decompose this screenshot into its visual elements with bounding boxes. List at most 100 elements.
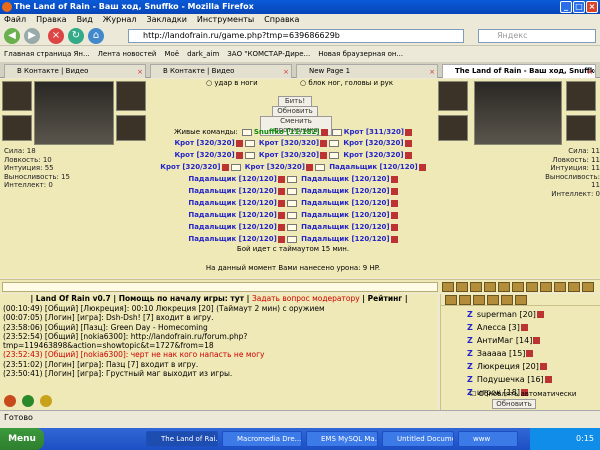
tab-new-page[interactable]: New Page 1 × <box>296 64 438 78</box>
filter-icon[interactable] <box>487 295 499 305</box>
equipment-slot[interactable] <box>2 115 32 141</box>
info-icon[interactable] <box>235 139 243 147</box>
bookmark-item[interactable]: Лента новостей <box>98 47 157 61</box>
info-icon[interactable] <box>390 211 398 219</box>
info-icon[interactable] <box>390 223 398 231</box>
bookmark-item[interactable]: ЗАО "КОМСТАР-Дире... <box>227 47 310 61</box>
smile-icon[interactable] <box>442 282 454 292</box>
tool-icon[interactable] <box>568 282 580 292</box>
message-icon[interactable] <box>241 128 252 136</box>
info-icon[interactable] <box>404 151 412 159</box>
auto-refresh-option[interactable]: ☐ Обновлять автоматически <box>470 390 576 398</box>
tool-icon[interactable] <box>470 282 482 292</box>
message-icon[interactable] <box>329 151 340 159</box>
forward-icon[interactable]: ▶ <box>24 28 40 44</box>
task-item[interactable]: The Land of Rai... <box>146 431 218 447</box>
home-icon[interactable]: ⌂ <box>88 28 104 44</box>
info-icon[interactable] <box>277 211 285 219</box>
message-icon[interactable] <box>329 139 340 147</box>
info-icon[interactable] <box>277 235 285 243</box>
menu-help[interactable]: Справка <box>264 14 299 26</box>
task-item[interactable]: EMS MySQL Ma... <box>306 431 378 447</box>
close-tab-icon[interactable]: × <box>137 66 143 78</box>
back-icon[interactable]: ◀ <box>4 28 20 44</box>
info-icon[interactable] <box>320 151 328 159</box>
message-icon[interactable] <box>286 211 297 219</box>
message-icon[interactable] <box>286 175 297 183</box>
info-icon[interactable] <box>539 363 547 370</box>
message-icon[interactable] <box>244 151 255 159</box>
maximize-button[interactable]: □ <box>573 1 585 13</box>
info-icon[interactable] <box>320 139 328 147</box>
chat-input[interactable] <box>2 282 438 292</box>
info-icon[interactable] <box>404 139 412 147</box>
menu-bookmarks[interactable]: Закладки <box>146 14 186 26</box>
tool-icon[interactable] <box>456 282 468 292</box>
action-icon[interactable] <box>4 395 16 407</box>
tool-icon[interactable] <box>582 282 594 292</box>
block-option[interactable]: ○ блок ног, головы и рук <box>300 79 393 87</box>
action-icon[interactable] <box>22 395 34 407</box>
tool-icon[interactable] <box>512 282 524 292</box>
tool-icon[interactable] <box>498 282 510 292</box>
bookmark-item[interactable]: dark_aim <box>187 47 219 61</box>
tool-icon[interactable] <box>540 282 552 292</box>
info-icon[interactable] <box>305 163 313 171</box>
refresh-users-button[interactable]: Обновить <box>492 399 536 409</box>
menu-edit[interactable]: Правка <box>36 14 66 26</box>
equipment-slot[interactable] <box>116 81 146 111</box>
reload-icon[interactable]: ↻ <box>68 28 84 44</box>
close-tab-icon[interactable]: × <box>283 66 289 78</box>
menu-history[interactable]: Журнал <box>103 14 137 26</box>
menu-tools[interactable]: Инструменты <box>197 14 254 26</box>
message-icon[interactable] <box>286 199 297 207</box>
stop-icon[interactable]: × <box>48 28 64 44</box>
message-icon[interactable] <box>230 163 241 171</box>
task-item[interactable]: Untitled Docume... <box>382 431 454 447</box>
user-item[interactable]: Z АнтиМаг [14] <box>467 336 541 346</box>
message-icon[interactable] <box>286 223 297 231</box>
tab-vkontakte-1[interactable]: В Контакте | Видео × <box>4 64 146 78</box>
equipment-slot[interactable] <box>2 81 32 111</box>
task-item[interactable]: Macromedia Dre... <box>222 431 302 447</box>
message-icon[interactable] <box>286 187 297 195</box>
ask-moderator-link[interactable]: Задать вопрос модератору <box>252 294 360 303</box>
user-item[interactable]: Z Люкреция [20] <box>467 362 547 372</box>
tool-icon[interactable] <box>554 282 566 292</box>
equipment-slot[interactable] <box>116 115 146 141</box>
tab-land-of-rain[interactable]: The Land of Rain - Ваш ход, Snuffko × <box>442 64 596 78</box>
info-icon[interactable] <box>277 187 285 195</box>
filter-icon[interactable] <box>473 295 485 305</box>
bookmark-item[interactable]: Новая браузерная он... <box>318 47 403 61</box>
info-icon[interactable] <box>526 350 534 357</box>
info-icon[interactable] <box>390 199 398 207</box>
bookmark-item[interactable]: Моё <box>164 47 179 61</box>
info-icon[interactable] <box>277 175 285 183</box>
info-icon[interactable] <box>418 163 426 171</box>
attack-option[interactable]: ○ удар в ноги <box>206 79 258 87</box>
info-icon[interactable] <box>390 175 398 183</box>
info-icon[interactable] <box>235 151 243 159</box>
task-item[interactable]: www <box>458 431 518 447</box>
info-icon[interactable] <box>405 128 413 136</box>
close-button[interactable]: × <box>586 1 598 13</box>
user-item[interactable]: Z Алесса [3] <box>467 323 528 333</box>
message-icon[interactable] <box>331 128 342 136</box>
start-button[interactable]: Menu <box>0 428 44 450</box>
filter-icon[interactable] <box>501 295 513 305</box>
menu-file[interactable]: Файл <box>4 14 26 26</box>
tool-icon[interactable] <box>526 282 538 292</box>
info-icon[interactable] <box>544 376 552 383</box>
filter-icon[interactable] <box>445 295 457 305</box>
filter-icon[interactable] <box>459 295 471 305</box>
search-input[interactable]: Яндекс <box>478 29 596 43</box>
close-tab-icon[interactable]: × <box>587 66 593 78</box>
action-icon[interactable] <box>40 395 52 407</box>
rating-link[interactable]: Рейтинг <box>368 294 403 303</box>
menu-view[interactable]: Вид <box>77 14 93 26</box>
minimize-button[interactable]: _ <box>560 1 572 13</box>
message-icon[interactable] <box>286 235 297 243</box>
url-input[interactable]: http://landofrain.ru/game.php?tmp=639686… <box>128 29 464 43</box>
bookmark-item[interactable]: Главная страница Ян... <box>4 47 90 61</box>
tool-icon[interactable] <box>484 282 496 292</box>
